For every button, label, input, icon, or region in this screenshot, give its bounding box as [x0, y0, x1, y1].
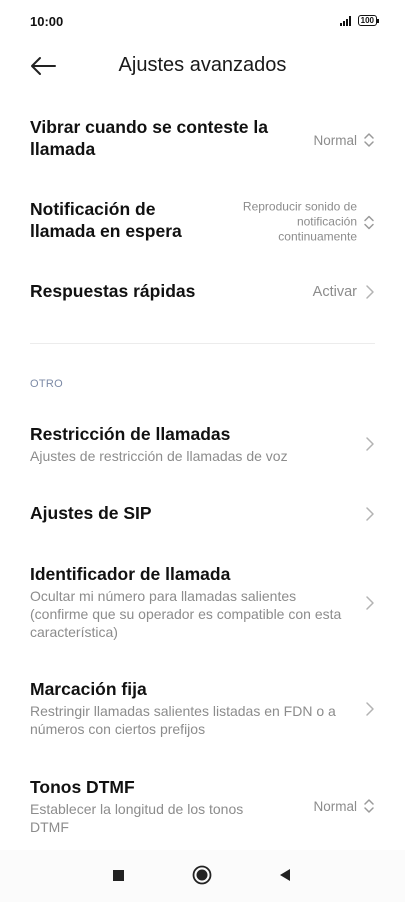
section-label-other: OTRO: [30, 378, 63, 390]
chevron-right-icon: [366, 702, 374, 716]
setting-call-barring[interactable]: Restricción de llamadas Ajustes de restr…: [30, 423, 375, 465]
chevron-up-down-icon: [364, 799, 374, 813]
setting-sip[interactable]: Ajustes de SIP: [30, 502, 375, 526]
status-time: 10:00: [30, 14, 64, 29]
setting-caller-id[interactable]: Identificador de llamada Ocultar mi núme…: [30, 563, 375, 643]
setting-call-waiting-notification[interactable]: Notificación de llamada en espera Reprod…: [30, 198, 375, 246]
recent-apps-icon[interactable]: [113, 870, 124, 881]
setting-value-group: Activar: [313, 284, 375, 300]
setting-title: Vibrar cuando se conteste la llamada: [30, 117, 268, 159]
setting-value-group: [363, 595, 375, 611]
setting-value-group: Normal: [313, 132, 375, 148]
navigation-bar: [0, 850, 405, 902]
setting-title: Marcación fija: [30, 679, 147, 699]
section-divider: [30, 343, 375, 344]
setting-value-group: [363, 436, 375, 452]
setting-value: Activar: [312, 284, 357, 300]
chevron-up-down-icon: [364, 133, 374, 147]
nav-back-icon[interactable]: [279, 868, 291, 882]
setting-title: Notificación de llamada en espera: [30, 199, 182, 241]
setting-value-group: Reproducir sonido de notificación contin…: [239, 200, 375, 245]
chevron-right-icon: [366, 596, 374, 610]
status-icons: 100: [339, 15, 380, 26]
chevron-right-icon: [366, 285, 374, 299]
setting-value: Normal: [313, 798, 357, 814]
setting-value-group: [363, 506, 375, 522]
setting-value: Reproducir sonido de notificación contin…: [242, 199, 357, 244]
app-header: Ajustes avanzados: [0, 44, 405, 88]
setting-dtmf-tones[interactable]: Tonos DTMF Establecer la longitud de los…: [30, 776, 375, 836]
setting-value-group: Normal: [313, 798, 375, 814]
page-title: Ajustes avanzados: [118, 54, 287, 76]
setting-quick-responses[interactable]: Respuestas rápidas Activar: [30, 280, 375, 304]
setting-fixed-dialing[interactable]: Marcación fija Restringir llamadas salie…: [30, 678, 375, 740]
setting-subtitle: Ocultar mi número para llamadas saliente…: [30, 588, 342, 640]
battery-icon: 100: [357, 15, 380, 26]
chevron-right-icon: [366, 507, 374, 521]
setting-title: Ajustes de SIP: [30, 503, 152, 523]
setting-title: Identificador de llamada: [30, 564, 231, 584]
setting-value-group: [363, 701, 375, 717]
status-bar: 10:00 100: [0, 0, 405, 44]
setting-value: Normal: [313, 132, 357, 148]
chevron-up-down-icon: [364, 215, 374, 229]
setting-subtitle: Restringir llamadas salientes listadas e…: [30, 703, 336, 737]
home-icon[interactable]: [192, 865, 212, 885]
setting-title: Restricción de llamadas: [30, 424, 231, 444]
setting-title: Tonos DTMF: [30, 777, 135, 797]
setting-vibrate-on-answer[interactable]: Vibrar cuando se conteste la llamada Nor…: [30, 116, 375, 164]
signal-icon: [339, 15, 354, 26]
setting-subtitle: Establecer la longitud de los tonos DTMF: [30, 801, 244, 835]
chevron-right-icon: [366, 437, 374, 451]
setting-subtitle: Ajustes de restricción de llamadas de vo…: [30, 448, 288, 464]
